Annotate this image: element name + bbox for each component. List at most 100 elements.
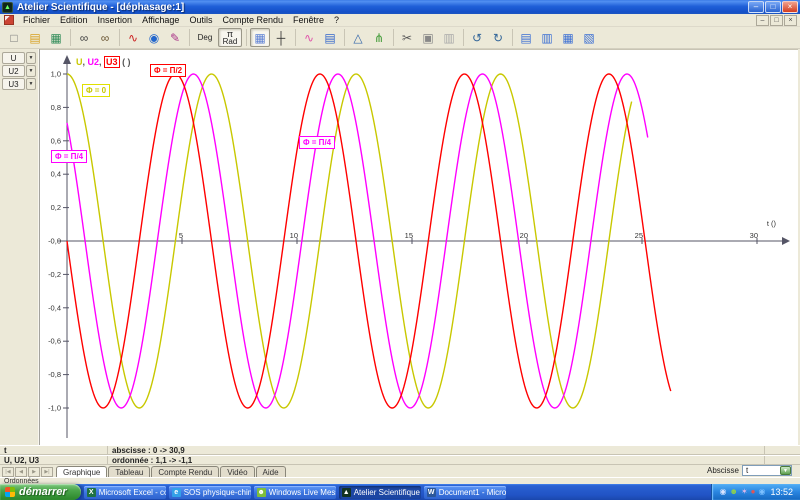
toolbar-separator [512,29,513,46]
chevron-down-icon[interactable]: ▼ [26,78,36,90]
phase-label[interactable]: Φ = Π/4 [299,136,336,149]
svg-text:t (): t () [767,219,777,228]
redo-icon[interactable]: ↻ [488,28,508,47]
tab-nav-button-2[interactable]: ▶ [28,467,40,477]
taskbar-task[interactable]: WDocument1 - Microsof... [423,485,506,499]
search-data-icon[interactable]: ∞ [95,28,115,47]
deg-button[interactable]: Deg [193,28,217,47]
globe-icon[interactable]: ◉ [144,28,164,47]
menu-item-outils[interactable]: Outils [184,15,217,25]
taskbar-task[interactable]: ☻Windows Live Messen... [253,485,336,499]
toolbar-separator [70,29,71,46]
chart-icon[interactable]: ∿ [299,28,319,47]
tab-nav-button-1[interactable]: ◀ [15,467,27,477]
tab-nav-button-0[interactable]: |◀ [2,467,14,477]
window-tile-icon[interactable]: ▥ [537,28,557,47]
menu-item-fen-tre[interactable]: Fenêtre [288,15,329,25]
table-icon[interactable]: ▤ [320,28,340,47]
svg-text:1,0: 1,0 [51,70,61,79]
menu-item-edition[interactable]: Edition [55,15,93,25]
svg-text:-0,0: -0,0 [48,237,61,246]
tab-vidéo[interactable]: Vidéo [220,466,255,477]
geometry-icon[interactable]: △ [348,28,368,47]
close-button[interactable]: × [782,1,798,13]
plot-svg: 5 10 15 20 25 30 1,0 0,8 0,6 0,4 0,2 -0,0 -0,2 -0,4 -0… [48,55,790,438]
svg-text:0,4: 0,4 [51,170,61,179]
new-document-icon[interactable]: □ [4,28,24,47]
pencil-icon[interactable]: ✎ [165,28,185,47]
cut-icon[interactable]: ✂ [397,28,417,47]
menu-item-fichier[interactable]: Fichier [18,15,55,25]
tab-nav-button-3[interactable]: ▶| [41,467,53,477]
tray-network-icon[interactable]: ◉ [758,488,765,496]
taskbar-task[interactable]: ▲Atelier Scientifique - [... [338,485,421,499]
chevron-down-icon[interactable]: ▼ [26,65,36,77]
phase-label[interactable]: Φ = Π/2 [150,64,187,77]
rad-button[interactable]: π Rad [218,28,242,47]
tray-security-icon[interactable]: ● [751,488,756,496]
copy-icon[interactable]: ▥ [439,28,459,47]
tools-icon[interactable]: ⋔ [369,28,389,47]
coordinates-panel: t abscisse : 0 -> 30,9 U, U2, U3 ordonné… [0,445,800,465]
toolbar-separator [246,29,247,46]
curve-button-u[interactable]: U ▼ [2,52,36,64]
child-restore-button[interactable]: □ [770,14,783,26]
atelier-icon: ▲ [341,487,351,497]
svg-text:0,6: 0,6 [51,136,61,145]
ordonnee-variables: U, U2, U3 [0,456,108,465]
menu-item-compte-rendu[interactable]: Compte Rendu [217,15,288,25]
window-cascade-icon[interactable]: ▤ [516,28,536,47]
tab-aide[interactable]: Aide [255,466,286,477]
tray-messenger-icon[interactable]: ☻ [730,488,738,496]
abscisse-combo-value: t [746,466,749,475]
taskbar-task-label: SOS physique-chimie ... [183,487,251,497]
document-icon [4,15,14,25]
menu-item-?[interactable]: ? [329,15,344,25]
svg-text:-0,2: -0,2 [48,270,61,279]
curve-button-label: U [2,52,25,64]
axes-button[interactable]: ┼ [271,28,291,47]
menu-item-insertion[interactable]: Insertion [93,15,138,25]
save-icon[interactable]: ▦ [46,28,66,47]
window-arrange-icon[interactable]: ▧ [579,28,599,47]
curve-icon[interactable]: ∿ [123,28,143,47]
tab-compte-rendu[interactable]: Compte Rendu [151,466,220,477]
open-folder-icon[interactable]: ▤ [25,28,45,47]
tray-update-icon[interactable]: ✶ [741,488,748,496]
status-bar: Ordonnées [0,477,800,485]
curve-button-u3[interactable]: U3 ▼ [2,78,36,90]
tab-graphique[interactable]: Graphique [56,466,108,477]
tab-tableau[interactable]: Tableau [108,466,151,477]
curve-button-u2[interactable]: U2 ▼ [2,65,36,77]
grid-button[interactable]: ▦ [250,28,270,47]
phase-label[interactable]: Φ = Π/4 [51,150,88,163]
child-close-button[interactable]: × [784,14,797,26]
paste-icon[interactable]: ▣ [418,28,438,47]
window-horizontal-icon[interactable]: ▦ [558,28,578,47]
toolbar-separator [295,29,296,46]
plot-area: 5 10 15 20 25 30 1,0 0,8 0,6 0,4 0,2 -0,0 -0,2 -0,4 -0… [40,49,798,445]
toolbar-separator [189,29,190,46]
child-minimize-button[interactable]: – [756,14,769,26]
abscisse-selector: Abscisse t ▼ [707,465,800,477]
phase-label[interactable]: Φ = 0 [82,84,111,97]
taskbar-clock: 13:52 [770,487,793,497]
chevron-down-icon[interactable]: ▼ [26,52,36,64]
taskbar-task[interactable]: XMicrosoft Excel - corr... [83,485,166,499]
toolbar-separator [393,29,394,46]
menubar: Fichier Edition Insertion Affichage Outils Co… [0,14,800,27]
minimize-button[interactable]: – [748,1,764,13]
abscisse-combo[interactable]: t ▼ [742,465,792,476]
start-button[interactable]: démarrer [0,484,81,500]
svg-text:-0,4: -0,4 [48,303,61,312]
tray-status-icon[interactable]: ◉ [720,488,727,496]
taskbar-task[interactable]: eSOS physique-chimie ... [168,485,251,499]
menu-item-affichage[interactable]: Affichage [137,15,184,25]
restore-button[interactable]: □ [765,1,781,13]
ordonnee-range: ordonnée : 1,1 -> -1,1 [112,456,193,465]
abscisse-row: t abscisse : 0 -> 30,9 [0,445,800,455]
toolbar: □ ▤ ▦ ∞ ∞ ∿ ◉ ✎ Deg π Rad ▦ ┼ ∿ ▤ △ ⋔ ✂ ▣ ▥ ↺ ↻ ▤ ▥ ▦ ▧ [0,27,800,49]
undo-icon[interactable]: ↺ [467,28,487,47]
search-icon[interactable]: ∞ [74,28,94,47]
chevron-down-icon[interactable]: ▼ [780,466,791,475]
